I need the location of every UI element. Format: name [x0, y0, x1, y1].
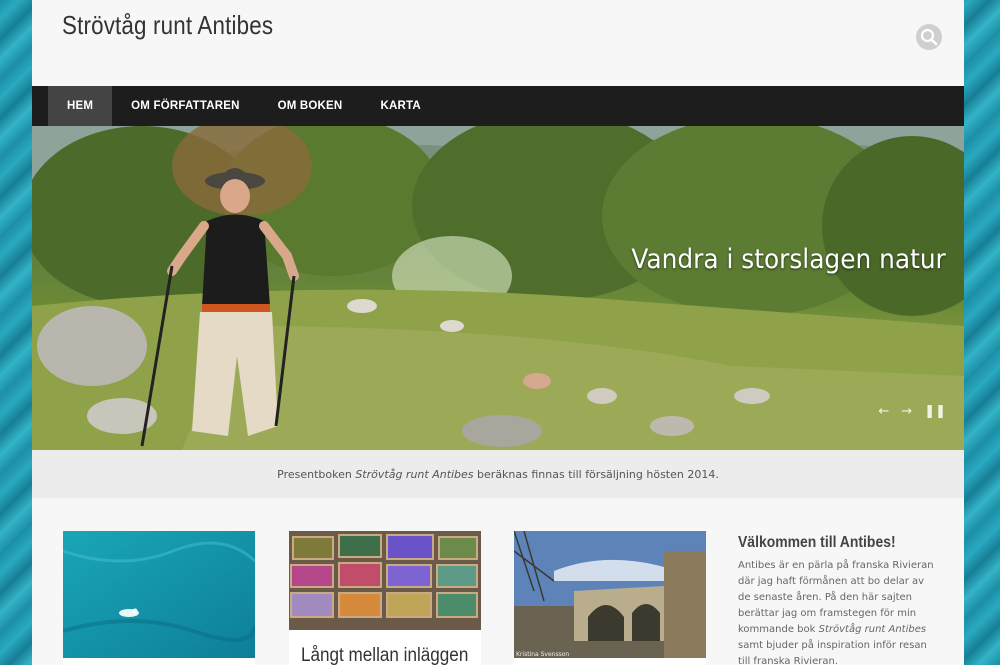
- site-title[interactable]: Strövtåg runt Antibes: [62, 10, 273, 41]
- arrow-right-icon[interactable]: →: [901, 404, 912, 419]
- sea-swimmer-photo[interactable]: [63, 531, 255, 658]
- paint-boxes-photo[interactable]: [289, 531, 481, 630]
- widget-title: Välkommen till Antibes!: [738, 534, 896, 551]
- stone-bridge-photo[interactable]: [514, 531, 706, 658]
- announcement-bar: Presentboken Strövtåg runt Antibes beräk…: [32, 450, 964, 498]
- post-card-paint[interactable]: Långt mellan inläggen: [289, 531, 481, 665]
- nav-item-karta[interactable]: KARTA: [361, 86, 439, 126]
- widget-line: de senaste åren. På den här sajten: [738, 592, 913, 603]
- post-card-bridge[interactable]: Kristina Svensson: [514, 531, 706, 665]
- widget-line: berättar jag om framstegen för min: [738, 608, 917, 619]
- main-nav: HEM OM FÖRFATTAREN OM BOKEN KARTA: [32, 86, 964, 126]
- post-title[interactable]: Långt mellan inläggen: [301, 645, 468, 665]
- widget-line: till franska Rivieran.: [738, 656, 838, 665]
- nav-item-om-boken[interactable]: OM BOKEN: [259, 86, 362, 126]
- widget-line: samt bjuder på inspiration inför resan: [738, 640, 927, 651]
- pause-icon[interactable]: ❚❚: [924, 404, 946, 419]
- announcement-prefix: Presentboken: [277, 467, 352, 481]
- announcement-suffix: beräknas finnas till försäljning hösten …: [477, 467, 719, 481]
- photo-credit: Kristina Svensson: [516, 651, 570, 658]
- widget-text: Antibes är en pärla på franska Rivieran …: [738, 558, 948, 665]
- nav-item-hem[interactable]: HEM: [48, 86, 113, 126]
- widget-line: kommande bok Strövtåg runt Antibes: [738, 622, 948, 638]
- sidebar-welcome: Välkommen till Antibes! Antibes är en pä…: [738, 534, 948, 665]
- widget-book: Strövtåg runt Antibes: [818, 624, 927, 635]
- arrow-left-icon[interactable]: ←: [878, 404, 889, 419]
- widget-line: Antibes är en pärla på franska Rivieran: [738, 560, 934, 571]
- search-button[interactable]: [916, 24, 942, 50]
- announcement-book: Strövtåg runt Antibes: [355, 467, 474, 481]
- widget-line-prefix: kommande bok: [738, 624, 819, 635]
- slider-controls: ← → ❚❚: [878, 404, 946, 419]
- post-card-sea[interactable]: [63, 531, 255, 665]
- nav-item-om-forfattaren[interactable]: OM FÖRFATTAREN: [112, 86, 258, 126]
- hiker-photo: [32, 126, 964, 450]
- hero-slider[interactable]: Vandra i storslagen natur ← → ❚❚: [32, 126, 964, 450]
- widget-line: där jag haft förmånen att bo delar av: [738, 576, 925, 587]
- site-header: Strövtåg runt Antibes: [32, 0, 964, 86]
- page: Strövtåg runt Antibes HEM OM FÖRFATTAREN…: [32, 0, 964, 665]
- hero-caption: Vandra i storslagen natur: [631, 244, 946, 275]
- search-icon: [920, 28, 938, 46]
